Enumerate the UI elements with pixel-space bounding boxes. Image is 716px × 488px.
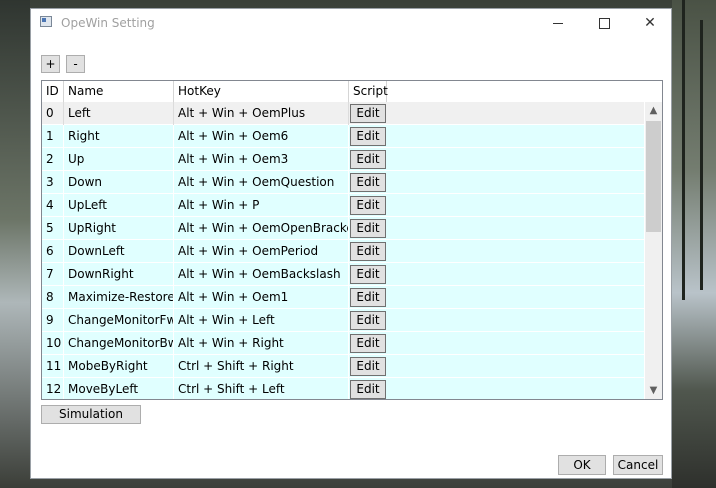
ok-button[interactable]: OK xyxy=(558,455,606,475)
cell-name[interactable]: Right xyxy=(64,125,174,148)
cell-hotkey[interactable]: Alt + Win + OemPeriod xyxy=(174,240,349,263)
cell-hotkey[interactable]: Alt + Win + Oem1 xyxy=(174,286,349,309)
cell-id[interactable]: 4 xyxy=(42,194,64,217)
cell-name[interactable]: MoveByLeft xyxy=(64,378,174,399)
cell-id[interactable]: 8 xyxy=(42,286,64,309)
table-row[interactable]: 5 UpRight Alt + Win + OemOpenBrackets Edit xyxy=(42,217,644,240)
desktop-background-left xyxy=(0,0,30,488)
cell-name[interactable]: Left xyxy=(64,102,174,125)
cell-id[interactable]: 2 xyxy=(42,148,64,171)
simulation-button[interactable]: Simulation xyxy=(41,405,141,424)
cell-name[interactable]: DownLeft xyxy=(64,240,174,263)
title-bar[interactable]: OpeWin Setting ✕ xyxy=(31,9,671,37)
edit-script-button[interactable]: Edit xyxy=(350,334,386,353)
table-row[interactable]: 3 Down Alt + Win + OemQuestion Edit xyxy=(42,171,644,194)
table-row[interactable]: 10 ChangeMonitorBw Alt + Win + Right Edit xyxy=(42,332,644,355)
cell-name[interactable]: UpRight xyxy=(64,217,174,240)
settings-window: OpeWin Setting ✕ + - ID Name HotKey Scri… xyxy=(30,8,672,479)
remove-row-button[interactable]: - xyxy=(66,55,85,73)
hotkey-grid[interactable]: ID Name HotKey Script 0 Left Alt + Win + O… xyxy=(41,80,663,400)
cell-hotkey[interactable]: Alt + Win + OemPlus xyxy=(174,102,349,125)
app-icon xyxy=(40,16,52,27)
table-row[interactable]: 11 MobeByRight Ctrl + Shift + Right Edit xyxy=(42,355,644,378)
edit-script-button[interactable]: Edit xyxy=(350,242,386,261)
cell-name[interactable]: MobeByRight xyxy=(64,355,174,378)
window-title: OpeWin Setting xyxy=(61,16,155,30)
table-row[interactable]: 6 DownLeft Alt + Win + OemPeriod Edit xyxy=(42,240,644,263)
column-header-script[interactable]: Script xyxy=(349,81,388,102)
table-row[interactable]: 0 Left Alt + Win + OemPlus Edit xyxy=(42,102,644,125)
scroll-down-arrow-icon[interactable]: ▼ xyxy=(645,382,662,399)
close-icon: ✕ xyxy=(644,15,656,31)
tree-trunk xyxy=(700,20,703,290)
cell-hotkey[interactable]: Alt + Win + P xyxy=(174,194,349,217)
table-row[interactable]: 8 Maximize-Restore Alt + Win + Oem1 Edit xyxy=(42,286,644,309)
edit-script-button[interactable]: Edit xyxy=(350,380,386,399)
table-row[interactable]: 7 DownRight Alt + Win + OemBackslash Edit xyxy=(42,263,644,286)
cell-id[interactable]: 11 xyxy=(42,355,64,378)
cell-id[interactable]: 5 xyxy=(42,217,64,240)
cell-hotkey[interactable]: Alt + Win + OemBackslash xyxy=(174,263,349,286)
desktop-background-right xyxy=(672,0,716,488)
column-header-hotkey[interactable]: HotKey xyxy=(174,81,349,102)
minimize-icon xyxy=(553,22,563,24)
cell-id[interactable]: 9 xyxy=(42,309,64,332)
column-header-name[interactable]: Name xyxy=(64,81,174,102)
cell-id[interactable]: 12 xyxy=(42,378,64,399)
cell-hotkey[interactable]: Alt + Win + Left xyxy=(174,309,349,332)
edit-script-button[interactable]: Edit xyxy=(350,311,386,330)
cancel-button[interactable]: Cancel xyxy=(613,455,663,475)
cell-id[interactable]: 7 xyxy=(42,263,64,286)
column-header-id[interactable]: ID xyxy=(42,81,64,102)
edit-script-button[interactable]: Edit xyxy=(350,127,386,146)
cell-name[interactable]: Maximize-Restore xyxy=(64,286,174,309)
cell-hotkey[interactable]: Ctrl + Shift + Right xyxy=(174,355,349,378)
table-row[interactable]: 1 Right Alt + Win + Oem6 Edit xyxy=(42,125,644,148)
grid-header: ID Name HotKey Script xyxy=(42,81,644,103)
close-button[interactable]: ✕ xyxy=(627,9,673,37)
edit-script-button[interactable]: Edit xyxy=(350,219,386,238)
cell-name[interactable]: ChangeMonitorBw xyxy=(64,332,174,355)
scroll-thumb[interactable] xyxy=(646,121,661,232)
cell-name[interactable]: UpLeft xyxy=(64,194,174,217)
edit-script-button[interactable]: Edit xyxy=(350,150,386,169)
header-filler xyxy=(645,81,662,102)
edit-script-button[interactable]: Edit xyxy=(350,196,386,215)
edit-script-button[interactable]: Edit xyxy=(350,265,386,284)
cell-hotkey[interactable]: Alt + Win + OemOpenBrackets xyxy=(174,217,349,240)
cell-hotkey[interactable]: Ctrl + Shift + Left xyxy=(174,378,349,399)
edit-script-button[interactable]: Edit xyxy=(350,104,386,123)
edit-script-button[interactable]: Edit xyxy=(350,173,386,192)
cell-id[interactable]: 10 xyxy=(42,332,64,355)
table-row[interactable]: 4 UpLeft Alt + Win + P Edit xyxy=(42,194,644,217)
maximize-icon xyxy=(598,17,610,29)
cell-hotkey[interactable]: Alt + Win + Oem6 xyxy=(174,125,349,148)
table-row[interactable]: 2 Up Alt + Win + Oem3 Edit xyxy=(42,148,644,171)
cell-id[interactable]: 6 xyxy=(42,240,64,263)
cell-name[interactable]: ChangeMonitorFw xyxy=(64,309,174,332)
vertical-scrollbar[interactable]: ▲ ▼ xyxy=(645,102,662,399)
tree-trunk xyxy=(682,0,685,300)
cell-id[interactable]: 3 xyxy=(42,171,64,194)
scroll-up-arrow-icon[interactable]: ▲ xyxy=(645,102,662,119)
cell-name[interactable]: DownRight xyxy=(64,263,174,286)
cell-name[interactable]: Down xyxy=(64,171,174,194)
cell-id[interactable]: 1 xyxy=(42,125,64,148)
cell-id[interactable]: 0 xyxy=(42,102,64,125)
edit-script-button[interactable]: Edit xyxy=(350,357,386,376)
cell-hotkey[interactable]: Alt + Win + OemQuestion xyxy=(174,171,349,194)
cell-hotkey[interactable]: Alt + Win + Oem3 xyxy=(174,148,349,171)
table-row[interactable]: 12 MoveByLeft Ctrl + Shift + Left Edit xyxy=(42,378,644,399)
edit-script-button[interactable]: Edit xyxy=(350,288,386,307)
minimize-button[interactable] xyxy=(535,9,581,37)
cell-hotkey[interactable]: Alt + Win + Right xyxy=(174,332,349,355)
add-row-button[interactable]: + xyxy=(41,55,60,73)
table-row[interactable]: 9 ChangeMonitorFw Alt + Win + Left Edit xyxy=(42,309,644,332)
cell-name[interactable]: Up xyxy=(64,148,174,171)
maximize-button[interactable] xyxy=(581,9,627,37)
